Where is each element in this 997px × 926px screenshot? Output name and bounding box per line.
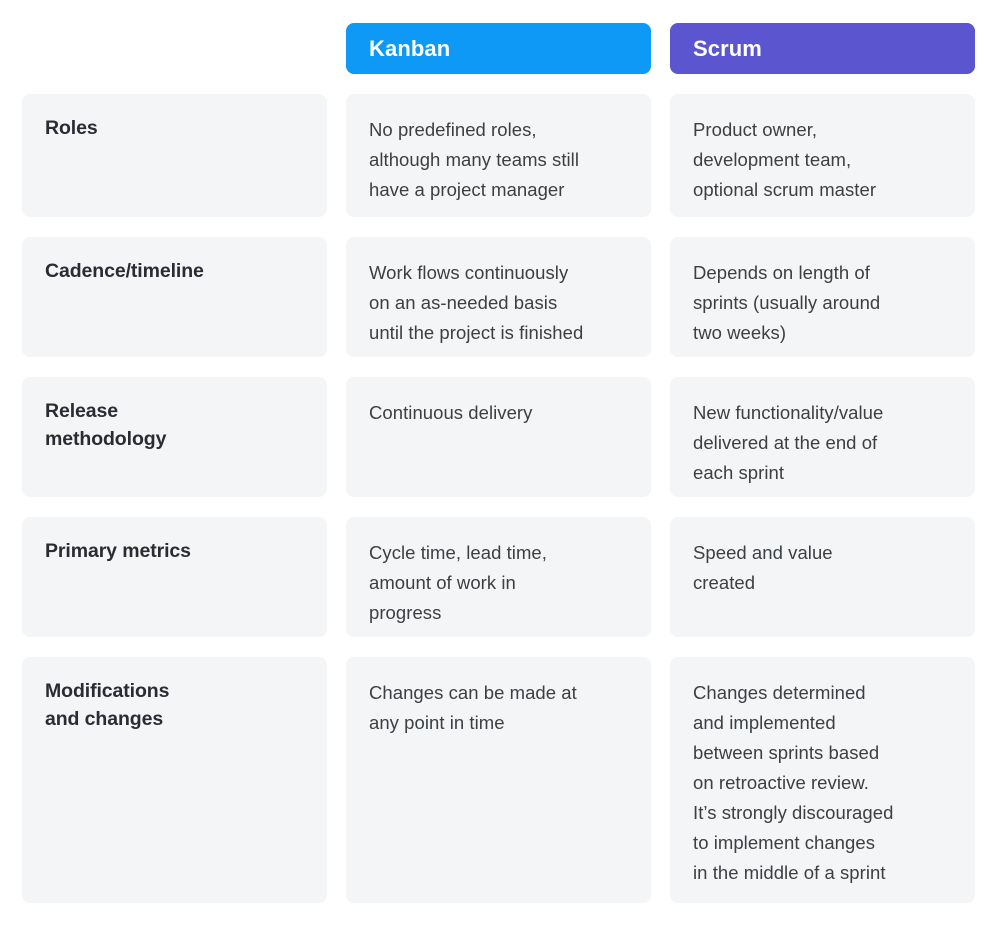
column-header-scrum-label: Scrum bbox=[693, 35, 762, 61]
table-cell-scrum: Depends on length of sprints (usually ar… bbox=[670, 237, 975, 357]
table-cell-kanban: No predefined roles, although many teams… bbox=[346, 94, 651, 217]
kanban-scrum-comparison-table: Kanban Scrum Roles No predefined roles, … bbox=[0, 0, 997, 926]
table-cell-kanban: Changes can be made at any point in time bbox=[346, 657, 651, 903]
row-label-cadence-timeline: Cadence/timeline bbox=[45, 260, 204, 282]
cell-text-roles-kanban: No predefined roles, although many teams… bbox=[369, 119, 579, 200]
row-label-roles: Roles bbox=[45, 117, 98, 139]
row-label-primary-metrics: Primary metrics bbox=[45, 540, 191, 562]
table-cell-scrum: Product owner, development team, optiona… bbox=[670, 94, 975, 217]
header-label-column-spacer bbox=[22, 23, 327, 74]
table-row-label-cell: Roles bbox=[22, 94, 327, 217]
column-header-kanban: Kanban bbox=[346, 23, 651, 74]
cell-text-release-scrum: New functionality/value delivered at the… bbox=[693, 402, 884, 483]
cell-text-roles-scrum: Product owner, development team, optiona… bbox=[693, 119, 877, 200]
table-grid: Kanban Scrum Roles No predefined roles, … bbox=[22, 23, 975, 903]
cell-text-cadence-kanban: Work flows continuously on an as-needed … bbox=[369, 262, 584, 343]
cell-text-release-kanban: Continuous delivery bbox=[369, 402, 533, 423]
cell-text-modifications-scrum: Changes determined and implemented betwe… bbox=[693, 682, 894, 883]
table-cell-kanban: Work flows continuously on an as-needed … bbox=[346, 237, 651, 357]
table-cell-scrum: New functionality/value delivered at the… bbox=[670, 377, 975, 497]
table-cell-scrum: Speed and value created bbox=[670, 517, 975, 637]
table-row-label-cell: Primary metrics bbox=[22, 517, 327, 637]
table-cell-scrum: Changes determined and implemented betwe… bbox=[670, 657, 975, 903]
column-header-scrum: Scrum bbox=[670, 23, 975, 74]
table-cell-kanban: Continuous delivery bbox=[346, 377, 651, 497]
cell-text-cadence-scrum: Depends on length of sprints (usually ar… bbox=[693, 262, 881, 343]
table-row-label-cell: Cadence/timeline bbox=[22, 237, 327, 357]
cell-text-metrics-kanban: Cycle time, lead time, amount of work in… bbox=[369, 542, 547, 623]
row-label-release-methodology: Release methodology bbox=[45, 400, 167, 450]
cell-text-metrics-scrum: Speed and value created bbox=[693, 542, 833, 593]
column-header-kanban-label: Kanban bbox=[369, 35, 451, 61]
cell-text-modifications-kanban: Changes can be made at any point in time bbox=[369, 682, 577, 733]
table-row-label-cell: Release methodology bbox=[22, 377, 327, 497]
row-label-modifications-and-changes: Modifications and changes bbox=[45, 680, 170, 730]
table-cell-kanban: Cycle time, lead time, amount of work in… bbox=[346, 517, 651, 637]
table-row-label-cell: Modifications and changes bbox=[22, 657, 327, 903]
